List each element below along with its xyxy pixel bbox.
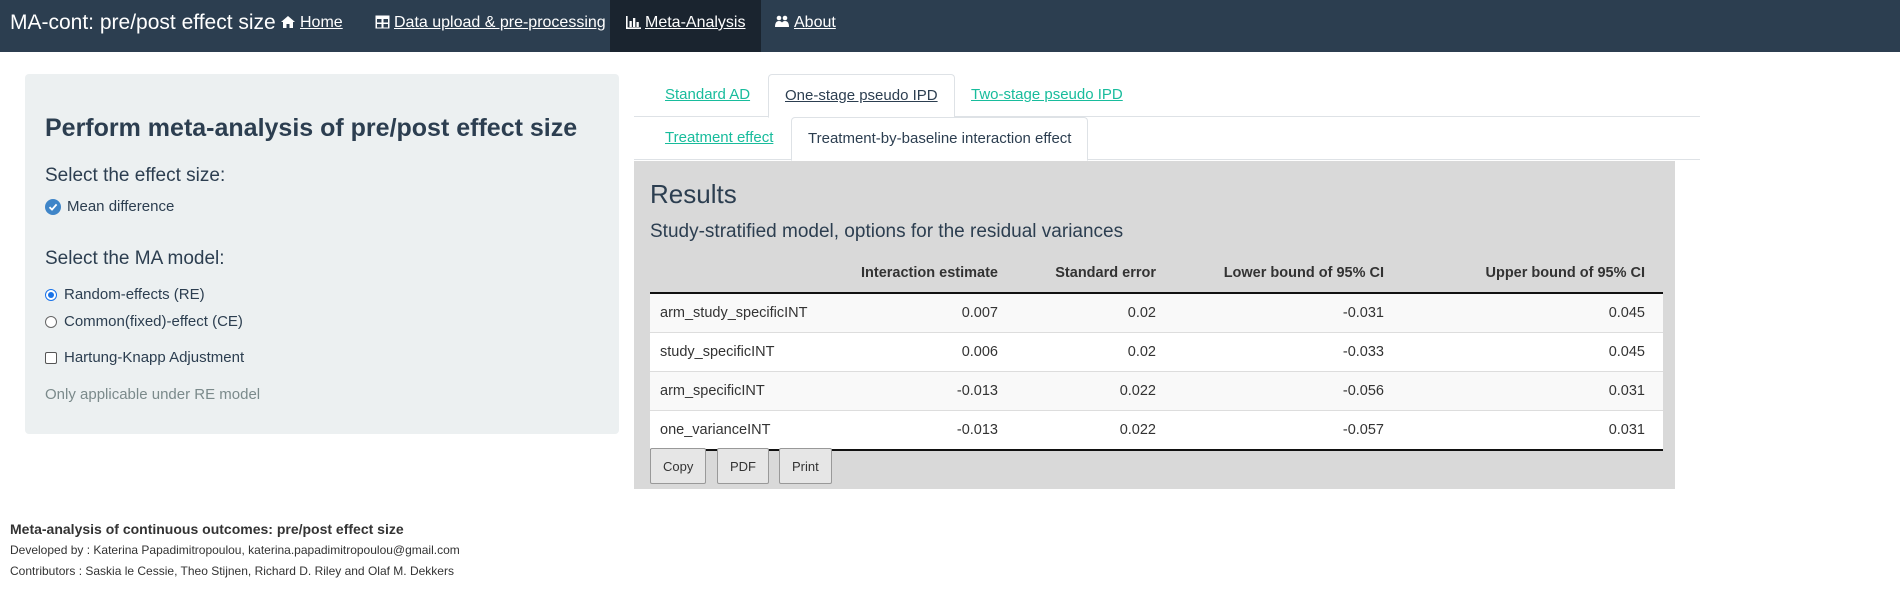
table-row: one_varianceINT -0.013 0.022 -0.057 0.03…: [650, 410, 1663, 451]
column-header[interactable]: [650, 254, 828, 294]
effect-size-option-label: Mean difference: [67, 198, 175, 215]
effect-size-checkbox[interactable]: Mean difference: [45, 198, 174, 215]
app-brand: MA-cont: pre/post effect size: [10, 11, 276, 34]
table-icon: [375, 15, 390, 29]
tab-two-stage-ipd[interactable]: Two-stage pseudo IPD: [955, 74, 1139, 116]
hartung-knapp-label: Hartung-Knapp Adjustment: [64, 349, 245, 366]
radio-ce-label: Common(fixed)-effect (CE): [64, 313, 243, 330]
sidebar-title: Perform meta-analysis of pre/post effect…: [45, 114, 578, 142]
footer-contributors: Contributors : Saskia le Cessie, Theo St…: [10, 564, 454, 578]
table-cell: 0.031: [1402, 371, 1663, 411]
tab-interaction-effect[interactable]: Treatment-by-baseline interaction effect: [791, 117, 1089, 161]
hartung-knapp-checkbox[interactable]: Hartung-Knapp Adjustment: [45, 349, 244, 366]
table-cell: -0.013: [828, 410, 1016, 451]
nav-meta-analysis-label: Meta-Analysis: [645, 14, 746, 31]
table-cell: 0.045: [1402, 332, 1663, 372]
help-text: Only applicable under RE model: [45, 386, 261, 403]
results-table: Interaction estimate Standard error Lowe…: [650, 254, 1663, 451]
effect-size-label: Select the effect size:: [45, 165, 226, 186]
column-header[interactable]: Lower bound of 95% CI: [1174, 254, 1402, 294]
table-cell: 0.031: [1402, 410, 1663, 451]
table-header-row: Interaction estimate Standard error Lowe…: [650, 254, 1663, 294]
nav-about-label: About: [794, 14, 836, 31]
radio-re-label: Random-effects (RE): [64, 286, 205, 303]
navbar: MA-cont: pre/post effect size Home Data …: [0, 0, 1900, 52]
table-cell: 0.007: [828, 292, 1016, 333]
table-cell: -0.057: [1174, 410, 1402, 451]
footer-developed-by: Developed by : Katerina Papadimitropoulo…: [10, 543, 460, 557]
table-cell: 0.02: [1016, 292, 1174, 333]
table-cell: 0.006: [828, 332, 1016, 372]
table-cell: one_varianceINT: [650, 410, 828, 451]
radio-button-checked[interactable]: [45, 288, 57, 301]
radio-common-effect[interactable]: Common(fixed)-effect (CE): [45, 313, 243, 330]
print-button[interactable]: Print: [779, 448, 832, 484]
table-cell: study_specificINT: [650, 332, 828, 372]
tab-treatment-effect[interactable]: Treatment effect: [649, 117, 789, 159]
tab-one-stage-ipd[interactable]: One-stage pseudo IPD: [768, 74, 955, 118]
copy-button[interactable]: Copy: [650, 448, 707, 484]
table-cell: 0.022: [1016, 371, 1174, 411]
results-panel: Results Study-stratified model, options …: [634, 161, 1675, 489]
column-header[interactable]: Interaction estimate: [828, 254, 1016, 294]
nav-about[interactable]: About: [764, 0, 846, 52]
table-cell: -0.056: [1174, 371, 1402, 411]
column-header[interactable]: Standard error: [1016, 254, 1174, 294]
home-icon: [281, 16, 295, 28]
results-title: Results: [650, 179, 737, 209]
radio-random-effects[interactable]: Random-effects (RE): [45, 286, 205, 303]
sidebar-panel: Perform meta-analysis of pre/post effect…: [25, 74, 619, 434]
table-row: arm_specificINT -0.013 0.022 -0.056 0.03…: [650, 371, 1663, 411]
results-subtitle: Study-stratified model, options for the …: [650, 221, 1124, 242]
nav-meta-analysis[interactable]: Meta-Analysis: [610, 0, 762, 52]
table-cell: arm_specificINT: [650, 371, 828, 411]
checkmark-icon: [45, 198, 61, 215]
nav-data-upload-label: Data upload & pre-processing: [394, 14, 606, 31]
table-cell: 0.02: [1016, 332, 1174, 372]
table-cell: 0.022: [1016, 410, 1174, 451]
tab-standard-ad[interactable]: Standard AD: [649, 74, 766, 116]
nav-data-upload[interactable]: Data upload & pre-processing: [366, 0, 615, 52]
nav-home[interactable]: Home: [272, 0, 351, 52]
radio-button[interactable]: [45, 315, 57, 328]
table-row: arm_study_specificINT 0.007 0.02 -0.031 …: [650, 292, 1663, 333]
nav-home-label: Home: [300, 14, 343, 31]
checkbox-box[interactable]: [45, 351, 57, 364]
table-row: study_specificINT 0.006 0.02 -0.033 0.04…: [650, 332, 1663, 372]
table-cell: -0.013: [828, 371, 1016, 411]
table-cell: -0.033: [1174, 332, 1402, 372]
table-cell: arm_study_specificINT: [650, 292, 828, 333]
column-header[interactable]: Upper bound of 95% CI: [1402, 254, 1663, 294]
table-cell: -0.031: [1174, 292, 1402, 333]
model-label: Select the MA model:: [45, 248, 225, 269]
pdf-button[interactable]: PDF: [717, 448, 769, 484]
table-cell: 0.045: [1402, 292, 1663, 333]
bar-chart-icon: [626, 16, 641, 29]
footer-title: Meta-analysis of continuous outcomes: pr…: [10, 521, 404, 537]
people-icon: [775, 15, 789, 27]
footer: Meta-analysis of continuous outcomes: pr…: [10, 521, 460, 585]
